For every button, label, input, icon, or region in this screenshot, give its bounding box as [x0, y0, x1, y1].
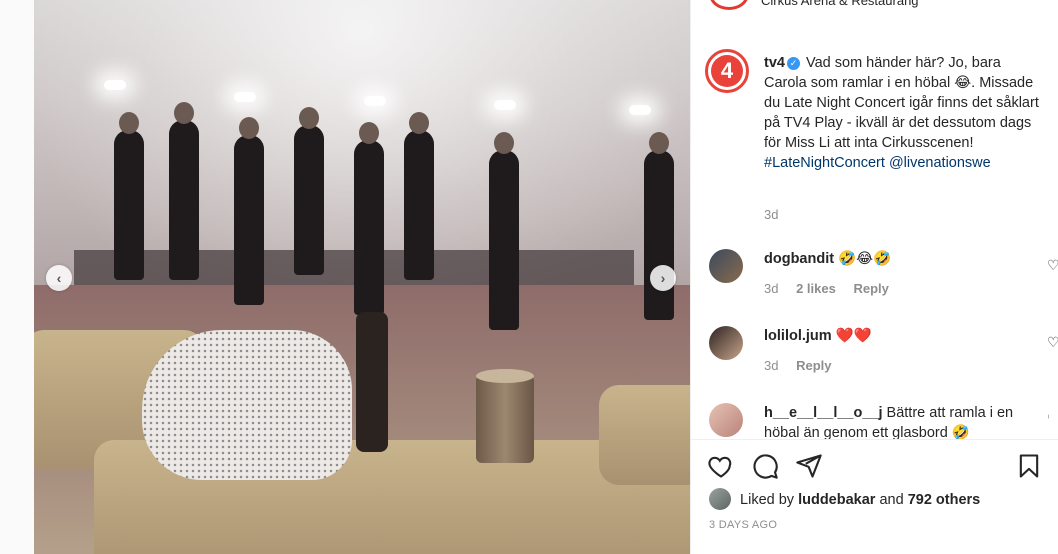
post-media-image: ‹ › [34, 0, 690, 554]
reply-button[interactable]: Reply [853, 281, 888, 296]
stage-light [234, 92, 256, 102]
comment-avatar[interactable] [709, 326, 743, 360]
divider [691, 439, 1058, 440]
post-location[interactable]: Cirkus Arena & Restaurang [761, 0, 919, 8]
choir-singer [234, 117, 264, 305]
post-side-panel: Cirkus Arena & Restaurang 4 tv4 ✓ Vad som… [690, 0, 1058, 554]
comment-item: h__e__l__l__o__j Bättre att ramla i en h… [709, 403, 1049, 439]
choir-singer [114, 112, 144, 280]
chevron-right-icon[interactable]: › [650, 265, 676, 291]
comment-body: lolilol.jum ❤️❤️ [764, 326, 1024, 346]
comment-avatar[interactable] [709, 403, 743, 437]
choir-singer [354, 122, 384, 315]
liked-prefix: Liked by [740, 492, 795, 508]
comment-meta: 3d 2 likes Reply [764, 281, 903, 296]
caption-text: Vad som händer här? Jo, bara Carola som … [764, 55, 1039, 151]
likes-summary: Liked by luddebakar and 792 others [709, 488, 980, 511]
comment-time[interactable]: 3d [764, 281, 778, 296]
page-background [0, 0, 34, 554]
choir-singer [294, 107, 324, 275]
comment-time[interactable]: 3d [764, 358, 778, 373]
comment-avatar[interactable] [709, 249, 743, 283]
guitarist [644, 132, 674, 320]
comment-text: ❤️❤️ [835, 328, 872, 344]
comment-meta: 3d Reply [764, 358, 846, 373]
reply-button[interactable]: Reply [796, 358, 831, 373]
comment-likes[interactable]: 2 likes [796, 281, 836, 296]
likes-count[interactable]: 792 others [908, 492, 981, 508]
stage-light [364, 96, 386, 106]
choir-singer [489, 132, 519, 330]
comment-text: 🤣😂🤣 [838, 251, 892, 267]
comment-body: dogbandit 🤣😂🤣 [764, 249, 1024, 269]
liked-middle: and [879, 492, 904, 508]
hashtag-link[interactable]: #LateNightConcert [764, 155, 885, 171]
stage-light [629, 105, 651, 115]
chevron-left-icon[interactable]: ‹ [46, 265, 72, 291]
performer-boot [356, 312, 388, 452]
hay-bale [599, 385, 690, 485]
heart-icon[interactable]: ♡ [1047, 257, 1058, 274]
caption-timestamp[interactable]: 3d [764, 207, 778, 222]
comment-icon[interactable] [751, 452, 779, 480]
stage-light [104, 80, 126, 90]
wooden-stump [476, 369, 534, 463]
bookmark-icon[interactable] [1015, 452, 1043, 480]
liker-avatar[interactable] [709, 488, 731, 510]
header-avatar[interactable] [709, 0, 749, 10]
heart-icon[interactable]: ♡ [1047, 411, 1049, 428]
heart-icon[interactable]: ♡ [1047, 334, 1058, 351]
liker-username[interactable]: luddebakar [798, 492, 875, 508]
author-avatar[interactable]: 4 [705, 49, 749, 93]
stage-light [494, 100, 516, 110]
comment-username[interactable]: lolilol.jum [764, 328, 832, 344]
verified-icon: ✓ [786, 57, 800, 70]
heart-icon[interactable] [707, 452, 735, 480]
author-username[interactable]: tv4 [764, 55, 785, 71]
share-icon[interactable] [795, 452, 823, 480]
tv4-logo: 4 [711, 55, 743, 87]
post-date[interactable]: 3 DAYS AGO [709, 519, 777, 531]
choir-singer [404, 112, 434, 280]
choir-singer [169, 102, 199, 280]
performer-fur-coat [142, 330, 352, 480]
comment-username[interactable]: h__e__l__l__o__j [764, 405, 883, 421]
comment-body: h__e__l__l__o__j Bättre att ramla i en h… [764, 403, 1024, 439]
comment-username[interactable]: dogbandit [764, 251, 834, 267]
mention-link[interactable]: @livenationswe [889, 155, 991, 171]
post-caption: tv4 ✓ Vad som händer här? Jo, bara Carola… [764, 53, 1044, 173]
